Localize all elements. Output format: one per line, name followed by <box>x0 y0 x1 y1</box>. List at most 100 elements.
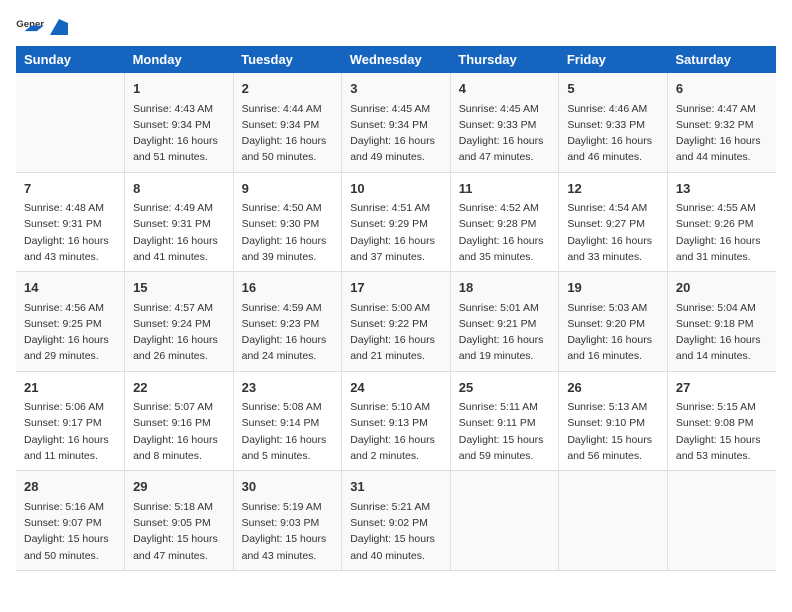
day-cell: 6Sunrise: 4:47 AM Sunset: 9:32 PM Daylig… <box>667 73 776 172</box>
day-info: Sunrise: 5:16 AM Sunset: 9:07 PM Dayligh… <box>24 499 116 564</box>
column-header-sunday: Sunday <box>16 46 125 73</box>
day-cell: 8Sunrise: 4:49 AM Sunset: 9:31 PM Daylig… <box>125 172 234 272</box>
column-header-saturday: Saturday <box>667 46 776 73</box>
day-info: Sunrise: 5:11 AM Sunset: 9:11 PM Dayligh… <box>459 399 551 464</box>
day-cell: 15Sunrise: 4:57 AM Sunset: 9:24 PM Dayli… <box>125 272 234 372</box>
day-info: Sunrise: 4:44 AM Sunset: 9:34 PM Dayligh… <box>242 101 334 166</box>
day-info: Sunrise: 4:57 AM Sunset: 9:24 PM Dayligh… <box>133 300 225 365</box>
day-info: Sunrise: 5:19 AM Sunset: 9:03 PM Dayligh… <box>242 499 334 564</box>
day-cell <box>559 471 668 571</box>
day-number: 17 <box>350 278 442 298</box>
day-info: Sunrise: 4:45 AM Sunset: 9:34 PM Dayligh… <box>350 101 442 166</box>
day-number: 4 <box>459 79 551 99</box>
day-info: Sunrise: 5:01 AM Sunset: 9:21 PM Dayligh… <box>459 300 551 365</box>
week-row-2: 7Sunrise: 4:48 AM Sunset: 9:31 PM Daylig… <box>16 172 776 272</box>
day-info: Sunrise: 5:07 AM Sunset: 9:16 PM Dayligh… <box>133 399 225 464</box>
day-info: Sunrise: 4:55 AM Sunset: 9:26 PM Dayligh… <box>676 200 768 265</box>
logo-triangle-icon <box>50 19 68 35</box>
day-cell: 21Sunrise: 5:06 AM Sunset: 9:17 PM Dayli… <box>16 371 125 471</box>
day-number: 24 <box>350 378 442 398</box>
day-info: Sunrise: 4:45 AM Sunset: 9:33 PM Dayligh… <box>459 101 551 166</box>
day-info: Sunrise: 5:08 AM Sunset: 9:14 PM Dayligh… <box>242 399 334 464</box>
day-cell: 27Sunrise: 5:15 AM Sunset: 9:08 PM Dayli… <box>667 371 776 471</box>
day-info: Sunrise: 4:56 AM Sunset: 9:25 PM Dayligh… <box>24 300 116 365</box>
day-info: Sunrise: 4:46 AM Sunset: 9:33 PM Dayligh… <box>567 101 659 166</box>
day-number: 30 <box>242 477 334 497</box>
day-cell: 25Sunrise: 5:11 AM Sunset: 9:11 PM Dayli… <box>450 371 559 471</box>
header-row: SundayMondayTuesdayWednesdayThursdayFrid… <box>16 46 776 73</box>
day-info: Sunrise: 5:06 AM Sunset: 9:17 PM Dayligh… <box>24 399 116 464</box>
day-number: 14 <box>24 278 116 298</box>
logo: General <box>16 16 68 38</box>
day-number: 13 <box>676 179 768 199</box>
day-info: Sunrise: 4:47 AM Sunset: 9:32 PM Dayligh… <box>676 101 768 166</box>
day-info: Sunrise: 5:10 AM Sunset: 9:13 PM Dayligh… <box>350 399 442 464</box>
day-number: 8 <box>133 179 225 199</box>
calendar-table: SundayMondayTuesdayWednesdayThursdayFrid… <box>16 46 776 571</box>
day-cell: 29Sunrise: 5:18 AM Sunset: 9:05 PM Dayli… <box>125 471 234 571</box>
day-info: Sunrise: 4:49 AM Sunset: 9:31 PM Dayligh… <box>133 200 225 265</box>
day-cell: 3Sunrise: 4:45 AM Sunset: 9:34 PM Daylig… <box>342 73 451 172</box>
column-header-wednesday: Wednesday <box>342 46 451 73</box>
day-info: Sunrise: 5:04 AM Sunset: 9:18 PM Dayligh… <box>676 300 768 365</box>
day-cell: 11Sunrise: 4:52 AM Sunset: 9:28 PM Dayli… <box>450 172 559 272</box>
day-cell: 30Sunrise: 5:19 AM Sunset: 9:03 PM Dayli… <box>233 471 342 571</box>
day-number: 26 <box>567 378 659 398</box>
day-info: Sunrise: 4:48 AM Sunset: 9:31 PM Dayligh… <box>24 200 116 265</box>
day-number: 28 <box>24 477 116 497</box>
header: General <box>16 16 776 38</box>
day-info: Sunrise: 5:13 AM Sunset: 9:10 PM Dayligh… <box>567 399 659 464</box>
day-cell: 5Sunrise: 4:46 AM Sunset: 9:33 PM Daylig… <box>559 73 668 172</box>
day-cell: 13Sunrise: 4:55 AM Sunset: 9:26 PM Dayli… <box>667 172 776 272</box>
day-info: Sunrise: 5:00 AM Sunset: 9:22 PM Dayligh… <box>350 300 442 365</box>
day-number: 10 <box>350 179 442 199</box>
day-cell <box>450 471 559 571</box>
day-cell: 20Sunrise: 5:04 AM Sunset: 9:18 PM Dayli… <box>667 272 776 372</box>
day-number: 1 <box>133 79 225 99</box>
day-info: Sunrise: 5:21 AM Sunset: 9:02 PM Dayligh… <box>350 499 442 564</box>
day-number: 12 <box>567 179 659 199</box>
day-number: 20 <box>676 278 768 298</box>
day-cell: 28Sunrise: 5:16 AM Sunset: 9:07 PM Dayli… <box>16 471 125 571</box>
day-info: Sunrise: 5:18 AM Sunset: 9:05 PM Dayligh… <box>133 499 225 564</box>
day-cell: 23Sunrise: 5:08 AM Sunset: 9:14 PM Dayli… <box>233 371 342 471</box>
day-cell: 7Sunrise: 4:48 AM Sunset: 9:31 PM Daylig… <box>16 172 125 272</box>
day-cell: 10Sunrise: 4:51 AM Sunset: 9:29 PM Dayli… <box>342 172 451 272</box>
day-number: 29 <box>133 477 225 497</box>
week-row-3: 14Sunrise: 4:56 AM Sunset: 9:25 PM Dayli… <box>16 272 776 372</box>
day-info: Sunrise: 4:43 AM Sunset: 9:34 PM Dayligh… <box>133 101 225 166</box>
day-info: Sunrise: 4:52 AM Sunset: 9:28 PM Dayligh… <box>459 200 551 265</box>
day-number: 2 <box>242 79 334 99</box>
day-number: 25 <box>459 378 551 398</box>
day-cell <box>16 73 125 172</box>
column-header-friday: Friday <box>559 46 668 73</box>
day-cell <box>667 471 776 571</box>
day-cell: 24Sunrise: 5:10 AM Sunset: 9:13 PM Dayli… <box>342 371 451 471</box>
day-number: 15 <box>133 278 225 298</box>
day-cell: 17Sunrise: 5:00 AM Sunset: 9:22 PM Dayli… <box>342 272 451 372</box>
week-row-4: 21Sunrise: 5:06 AM Sunset: 9:17 PM Dayli… <box>16 371 776 471</box>
logo-icon: General <box>16 16 44 38</box>
day-cell: 4Sunrise: 4:45 AM Sunset: 9:33 PM Daylig… <box>450 73 559 172</box>
day-number: 27 <box>676 378 768 398</box>
day-number: 21 <box>24 378 116 398</box>
day-cell: 18Sunrise: 5:01 AM Sunset: 9:21 PM Dayli… <box>450 272 559 372</box>
day-number: 3 <box>350 79 442 99</box>
day-number: 19 <box>567 278 659 298</box>
day-cell: 31Sunrise: 5:21 AM Sunset: 9:02 PM Dayli… <box>342 471 451 571</box>
day-info: Sunrise: 4:59 AM Sunset: 9:23 PM Dayligh… <box>242 300 334 365</box>
week-row-1: 1Sunrise: 4:43 AM Sunset: 9:34 PM Daylig… <box>16 73 776 172</box>
day-number: 9 <box>242 179 334 199</box>
day-info: Sunrise: 4:54 AM Sunset: 9:27 PM Dayligh… <box>567 200 659 265</box>
day-cell: 1Sunrise: 4:43 AM Sunset: 9:34 PM Daylig… <box>125 73 234 172</box>
day-number: 6 <box>676 79 768 99</box>
day-cell: 26Sunrise: 5:13 AM Sunset: 9:10 PM Dayli… <box>559 371 668 471</box>
day-number: 16 <box>242 278 334 298</box>
day-cell: 14Sunrise: 4:56 AM Sunset: 9:25 PM Dayli… <box>16 272 125 372</box>
day-cell: 2Sunrise: 4:44 AM Sunset: 9:34 PM Daylig… <box>233 73 342 172</box>
day-number: 18 <box>459 278 551 298</box>
day-info: Sunrise: 4:50 AM Sunset: 9:30 PM Dayligh… <box>242 200 334 265</box>
day-number: 5 <box>567 79 659 99</box>
day-number: 7 <box>24 179 116 199</box>
column-header-monday: Monday <box>125 46 234 73</box>
